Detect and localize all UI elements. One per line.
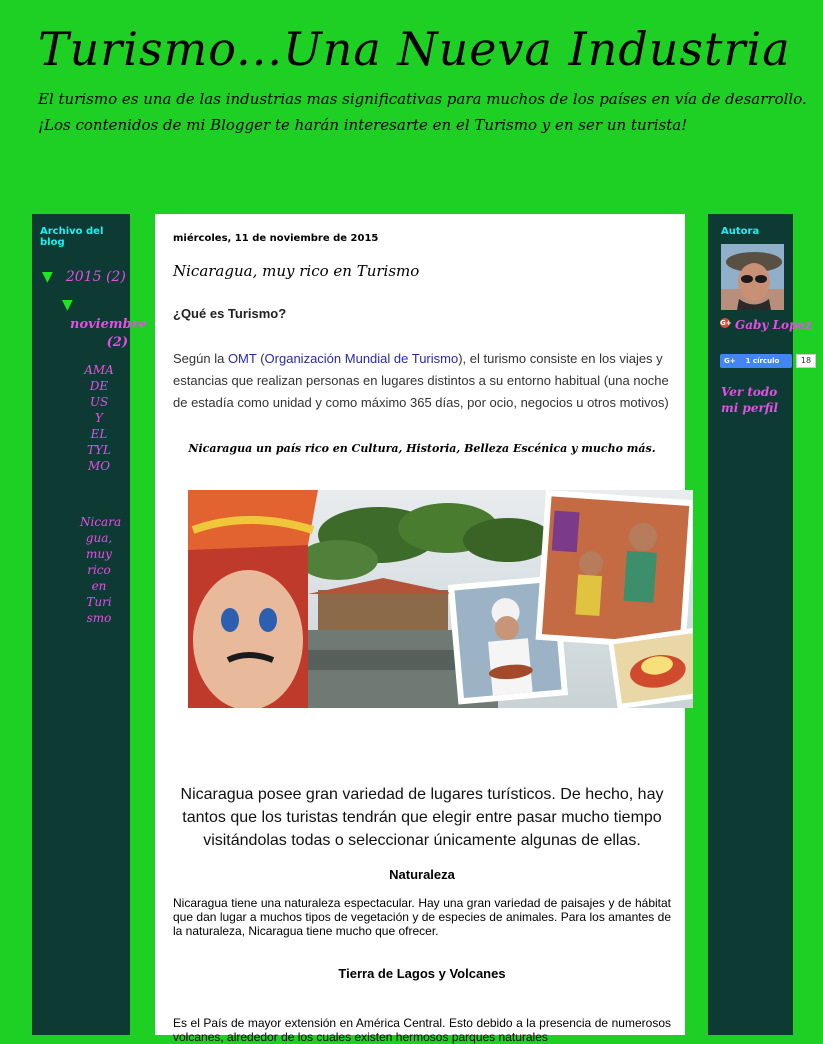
archive-year-row[interactable]: ▼ 2015 (2): [42, 266, 126, 285]
blog-header: Turismo...Una Nueva Industria El turismo…: [38, 18, 818, 138]
omt-link[interactable]: OMT: [228, 351, 257, 366]
section-heading-tierra: Tierra de Lagos y Volcanes: [338, 966, 506, 981]
nicaragua-collage-image: [188, 490, 693, 708]
right-sidebar: [708, 214, 793, 1035]
follower-count: 18: [796, 354, 816, 368]
section-heading-naturaleza: Naturaleza: [389, 867, 455, 882]
gplus-small-icon: G+: [724, 357, 736, 365]
avatar[interactable]: [721, 244, 784, 310]
expand-triangle-icon[interactable]: ▼: [42, 269, 53, 285]
paragraph-omt: Según la OMT (Organización Mundial de Tu…: [173, 351, 669, 410]
archive-post-link-amadeus[interactable]: AMA DE US Y EL TYL MO: [80, 362, 118, 474]
post-date: miércoles, 11 de noviembre de 2015: [173, 233, 379, 244]
post-title[interactable]: Nicaragua, muy rico en Turismo: [173, 262, 419, 280]
paragraph-variedad: Nicaragua posee gran variedad de lugares…: [180, 786, 664, 849]
gplus-follow-button[interactable]: G+ 1 círculo: [720, 354, 792, 368]
organizacion-mundial-link[interactable]: Organización Mundial de Turismo: [265, 351, 459, 366]
view-profile-link[interactable]: Ver todo mi perfil: [721, 384, 796, 416]
archive-year-link[interactable]: 2015 (2): [66, 269, 126, 285]
month-expand-triangle-icon[interactable]: ▼: [62, 294, 73, 313]
paragraph-tierra: Es el País de mayor extensión en América…: [173, 1016, 671, 1044]
paragraph-naturaleza: Nicaragua tiene una naturaleza espectacu…: [173, 896, 671, 938]
image-caption: Nicaragua un país rico en Cultura, Histo…: [188, 442, 656, 455]
archive-heading: Archivo del blog: [40, 226, 104, 248]
archive-post-link-nicaragua[interactable]: Nicara gua, muy rico en Turi smo: [80, 514, 121, 626]
gplus-icon: G+: [720, 318, 732, 328]
section-heading-que-es-turismo: ¿Qué es Turismo?: [173, 306, 287, 321]
blog-title[interactable]: Turismo...Una Nueva Industria: [38, 18, 818, 80]
blog-description: El turismo es una de las industrias mas …: [38, 90, 807, 134]
archive-month-link[interactable]: noviembre (2): [70, 316, 147, 352]
author-name-link[interactable]: Gaby Lopez: [735, 318, 812, 332]
author-heading: Autora: [721, 226, 760, 237]
